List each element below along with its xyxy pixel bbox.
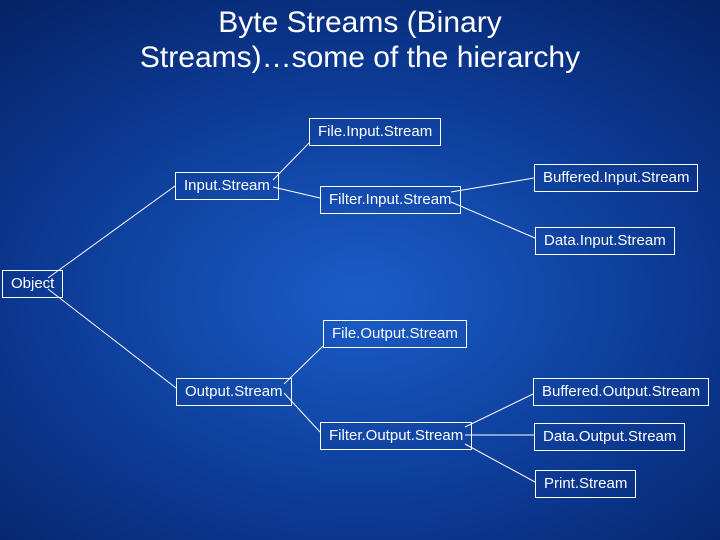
title-line-2: Streams)…some of the hierarchy xyxy=(140,41,580,74)
node-file-output-stream: File.Output.Stream xyxy=(323,320,467,348)
node-print-stream: Print.Stream xyxy=(535,470,636,498)
title-line-1: Byte Streams (Binary xyxy=(218,6,501,39)
node-buffered-input-stream: Buffered.Input.Stream xyxy=(534,164,698,192)
node-input-stream: Input.Stream xyxy=(175,172,279,200)
node-output-stream: Output.Stream xyxy=(176,378,292,406)
node-filter-input-stream: Filter.Input.Stream xyxy=(320,186,461,214)
slide: Byte Streams (Binary Streams)…some of th… xyxy=(0,0,720,540)
node-filter-output-stream: Filter.Output.Stream xyxy=(320,422,472,450)
node-data-output-stream: Data.Output.Stream xyxy=(534,423,685,451)
node-file-input-stream: File.Input.Stream xyxy=(309,118,441,146)
node-data-input-stream: Data.Input.Stream xyxy=(535,227,675,255)
node-buffered-output-stream: Buffered.Output.Stream xyxy=(533,378,709,406)
node-object: Object xyxy=(2,270,63,298)
connector-lines xyxy=(0,0,720,540)
slide-title: Byte Streams (Binary Streams)…some of th… xyxy=(0,6,720,75)
